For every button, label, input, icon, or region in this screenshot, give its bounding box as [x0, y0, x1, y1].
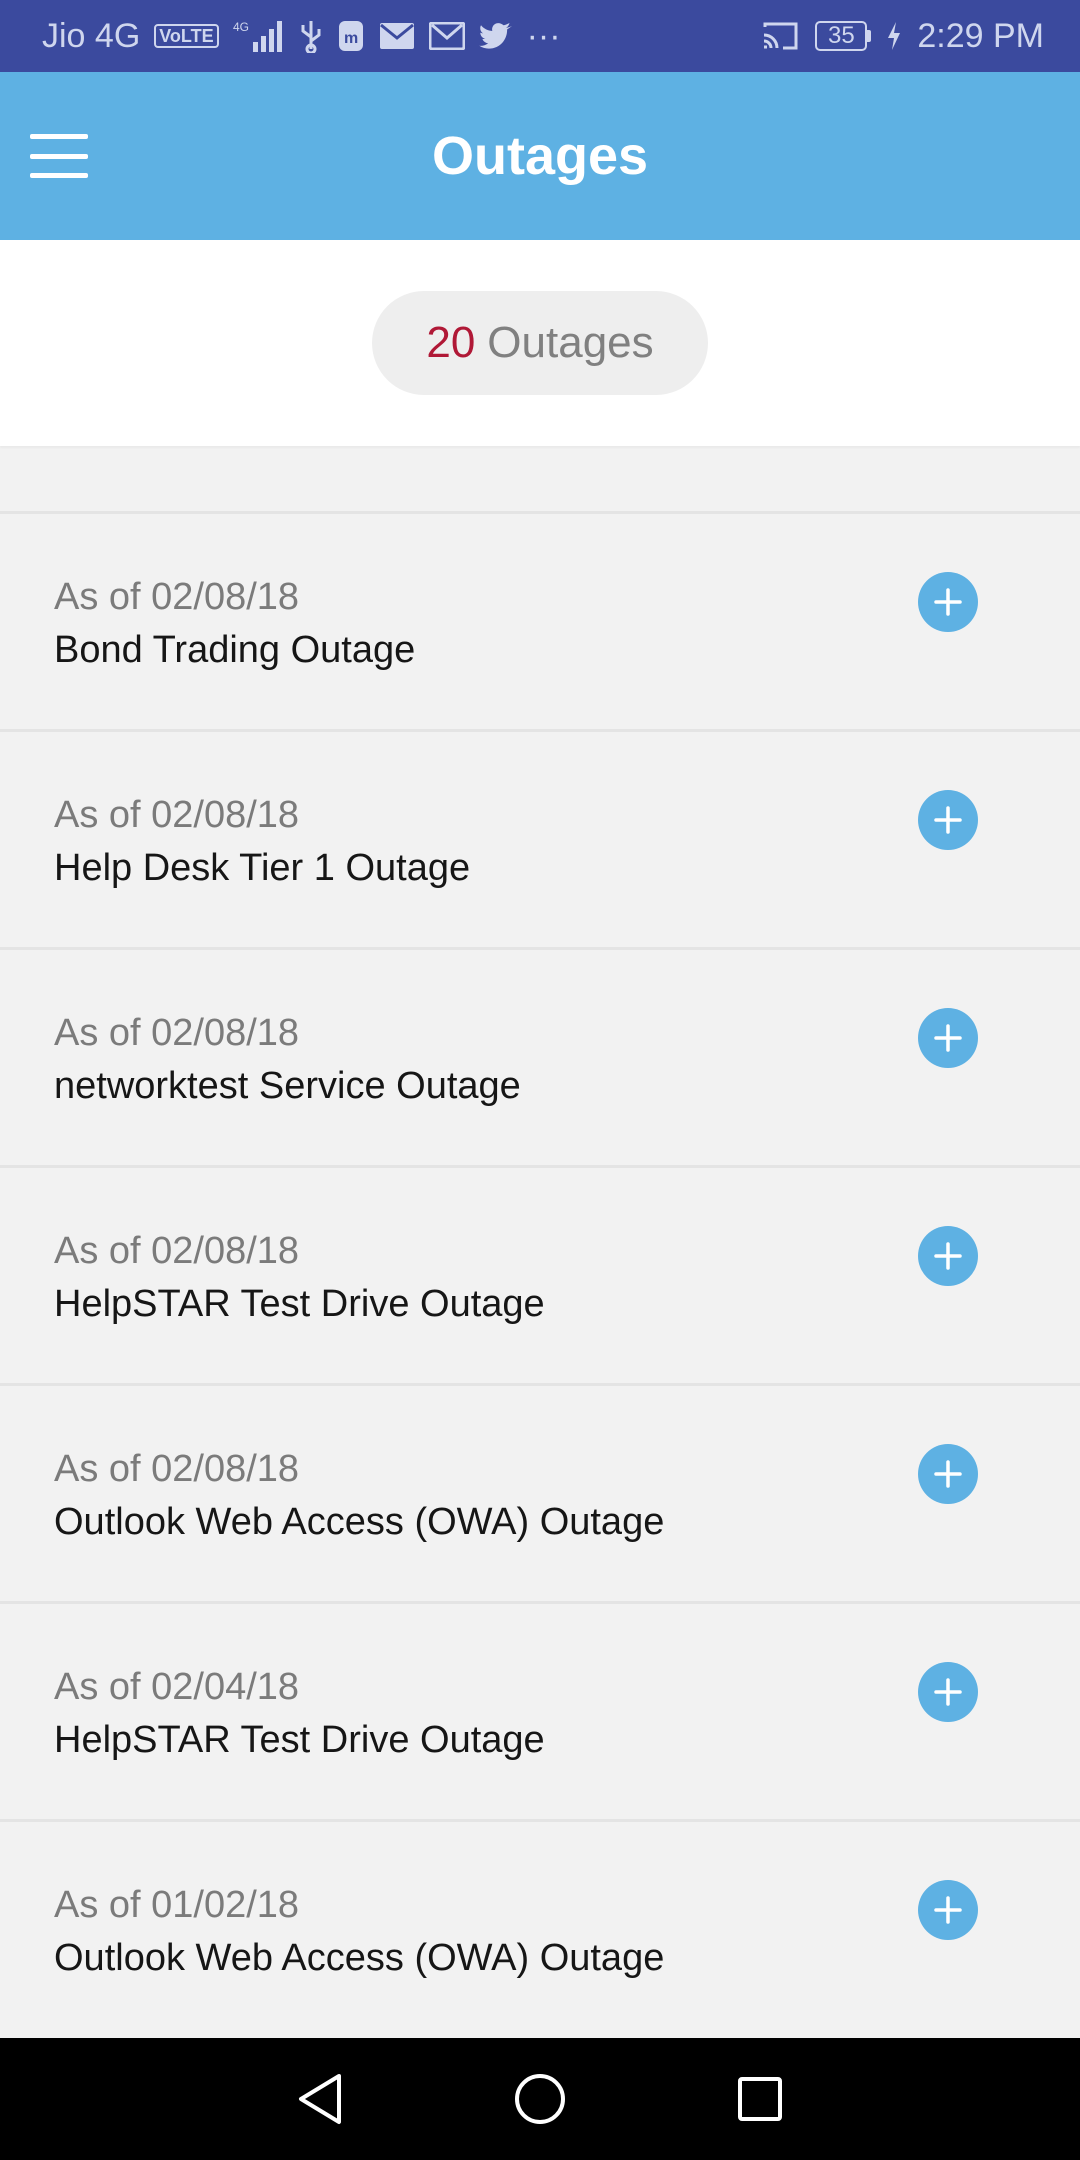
outage-date: As of 02/08/18 — [54, 794, 300, 836]
outage-date: As of 02/08/18 — [54, 1230, 300, 1272]
battery-level: 35 — [815, 21, 868, 51]
outage-list-item[interactable]: As of 01/02/18 Outlook Web Access (OWA) … — [0, 1819, 1080, 2037]
mail-icon — [379, 22, 415, 50]
usb-icon — [299, 19, 323, 53]
signal-icon: 4G — [233, 18, 285, 54]
plus-circle-icon[interactable] — [918, 1008, 978, 1068]
twitter-icon — [478, 22, 513, 50]
outage-date: As of 02/08/18 — [54, 1012, 300, 1054]
cast-icon — [761, 21, 799, 51]
outage-list-item[interactable]: As of 02/04/18 HelpSTAR Test Drive Outag… — [0, 1601, 1080, 1819]
outage-date: As of 02/08/18 — [54, 1448, 300, 1490]
outage-list-item[interactable]: As of 02/08/18 Outlook Web Access (OWA) … — [0, 1383, 1080, 1601]
plus-circle-icon[interactable] — [918, 1226, 978, 1286]
outage-title: HelpSTAR Test Drive Outage — [54, 1283, 545, 1325]
outage-title: Bond Trading Outage — [54, 629, 416, 671]
outage-title: networktest Service Outage — [54, 1065, 521, 1107]
page-title: Outages — [431, 126, 649, 186]
outage-date: As of 01/02/18 — [54, 1884, 300, 1926]
outage-date: As of 02/04/18 — [54, 1666, 300, 1708]
clock: 2:29 PM — [917, 16, 1044, 55]
outage-title: Outlook Web Access (OWA) Outage — [54, 1501, 665, 1543]
charging-bolt-icon — [887, 21, 901, 51]
outage-count: 20 — [426, 318, 476, 367]
square-recents-icon[interactable] — [730, 2069, 790, 2129]
hamburger-menu-icon[interactable] — [30, 134, 88, 178]
carrier-label: Jio 4G — [42, 16, 141, 55]
system-navigation-bar — [0, 2038, 1080, 2160]
gmail-icon — [428, 22, 465, 50]
circle-home-icon[interactable] — [510, 2069, 570, 2129]
status-left: Jio 4G VoLTE 4G m ··· — [42, 17, 561, 56]
more-notifications-indicator: ··· — [526, 16, 561, 55]
outage-list: As of 02/08/18 Bond Trading Outage As of… — [0, 400, 1080, 2037]
outage-title: Outlook Web Access (OWA) Outage — [54, 1937, 665, 1979]
battery-icon: 35 — [815, 21, 872, 51]
plus-circle-icon[interactable] — [918, 1880, 978, 1940]
outage-count-label: Outages — [487, 318, 654, 367]
plus-circle-icon[interactable] — [918, 572, 978, 632]
outage-list-item[interactable]: As of 02/08/18 Help Desk Tier 1 Outage — [0, 729, 1080, 947]
outage-list-item[interactable]: As of 02/08/18 networktest Service Outag… — [0, 947, 1080, 1165]
outage-date: As of 02/08/18 — [54, 576, 300, 618]
status-bar: Jio 4G VoLTE 4G m ··· 35 2:29 PM — [0, 0, 1080, 72]
app-notification-icon: m — [337, 19, 365, 53]
outage-list-item[interactable]: As of 02/08/18 HelpSTAR Test Drive Outag… — [0, 1165, 1080, 1383]
status-right: 35 2:29 PM — [761, 17, 1044, 56]
volte-badge: VoLTE — [154, 24, 219, 48]
network-type-label: 4G — [233, 20, 249, 34]
triangle-back-icon[interactable] — [290, 2069, 350, 2129]
plus-circle-icon[interactable] — [918, 1662, 978, 1722]
outage-summary: 20 Outages — [0, 240, 1080, 446]
plus-circle-icon[interactable] — [918, 790, 978, 850]
plus-circle-icon[interactable] — [918, 1444, 978, 1504]
outage-list-item[interactable]: As of 02/08/18 Bond Trading Outage — [0, 511, 1080, 729]
outage-title: HelpSTAR Test Drive Outage — [54, 1719, 545, 1761]
outage-title: Help Desk Tier 1 Outage — [54, 847, 471, 889]
svg-text:m: m — [344, 30, 358, 47]
outage-count-pill: 20 Outages — [372, 291, 708, 395]
app-bar: Outages — [0, 72, 1080, 240]
